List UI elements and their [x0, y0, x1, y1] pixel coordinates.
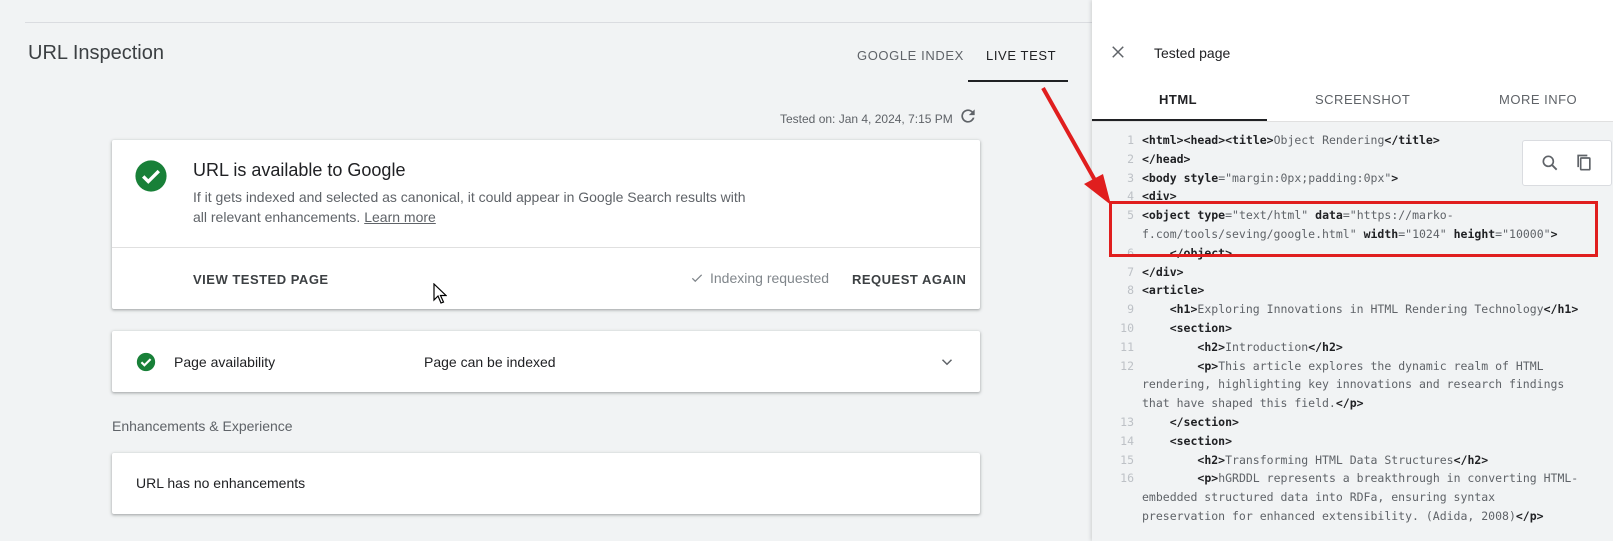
- line-number: 12: [1120, 358, 1134, 373]
- code-line: 13 </section>: [1092, 413, 1582, 432]
- code-toolbar: [1522, 140, 1612, 186]
- line-text: </div>: [1142, 264, 1184, 279]
- code-line: 10 <section>: [1092, 319, 1582, 338]
- line-text: <section>: [1169, 320, 1233, 335]
- learn-more-link[interactable]: Learn more: [364, 209, 436, 225]
- copy-icon[interactable]: [1574, 152, 1594, 174]
- indexing-status-text: Indexing requested: [710, 270, 830, 286]
- page-title: URL Inspection: [28, 42, 164, 64]
- chevron-down-icon[interactable]: [938, 353, 956, 371]
- tab-live-test[interactable]: LIVE TEST: [986, 48, 1056, 63]
- code-line: 16 <p>hGRDDL represents a breakthrough i…: [1092, 469, 1582, 525]
- line-text: <p>hGRDDL represents a breakthrough in c…: [1142, 471, 1579, 523]
- active-tab-indicator: [968, 80, 1068, 82]
- highlight-box: [1109, 201, 1598, 257]
- panel-title: Tested page: [1154, 45, 1231, 61]
- line-number: 15: [1120, 452, 1134, 467]
- line-text: <html><head><title>Object Rendering</tit…: [1142, 133, 1440, 147]
- card-divider: [112, 247, 980, 248]
- status-card: URL is available to Google If it gets in…: [112, 140, 980, 309]
- line-number: 3: [1127, 170, 1134, 185]
- code-line: 2 </head>: [1092, 150, 1582, 169]
- line-number: 11: [1120, 339, 1134, 354]
- tested-page-panel: Tested page HTML SCREENSHOT MORE INFO 1 <…: [1092, 0, 1613, 541]
- tab-html[interactable]: HTML: [1159, 92, 1197, 107]
- code-line: 12 <p>This article explores the dynamic …: [1092, 357, 1582, 413]
- line-text: <h2>Transforming HTML Data Structures</h…: [1197, 452, 1489, 467]
- line-number: 14: [1120, 433, 1134, 448]
- availability-label: Page availability: [174, 354, 276, 370]
- line-text: <p>This article explores the dynamic rea…: [1142, 358, 1572, 411]
- line-number: 1: [1127, 133, 1134, 147]
- indexing-status: Indexing requested: [690, 270, 829, 286]
- code-line: 8 <article>: [1092, 281, 1582, 300]
- page-availability-row[interactable]: Page availability Page can be indexed: [112, 331, 980, 392]
- status-heading: URL is available to Google: [193, 160, 406, 180]
- divider: [25, 22, 1092, 23]
- line-number: 16: [1120, 471, 1134, 486]
- enhancements-message: URL has no enhancements: [136, 475, 306, 491]
- code-line: 11 <h2>Introduction</h2>: [1092, 338, 1582, 357]
- tab-google-index[interactable]: GOOGLE INDEX: [857, 48, 964, 63]
- mouse-cursor-icon: [433, 283, 447, 304]
- code-line: 1 <html><head><title>Object Rendering</ti…: [1092, 131, 1582, 150]
- code-line: 3 <body style="margin:0px;padding:0px">: [1092, 169, 1582, 188]
- line-number: 8: [1127, 283, 1134, 298]
- line-text: <article>: [1142, 283, 1205, 298]
- close-icon[interactable]: [1109, 43, 1127, 61]
- enhancements-heading: Enhancements & Experience: [112, 418, 293, 434]
- code-lines: 1 <html><head><title>Object Rendering</ti…: [1092, 131, 1582, 526]
- line-number: 2: [1127, 151, 1134, 166]
- check-circle-icon: [136, 352, 156, 372]
- line-number: 7: [1127, 264, 1134, 279]
- line-text: </section>: [1169, 414, 1239, 429]
- line-text: <h2>Introduction</h2>: [1197, 339, 1343, 354]
- request-again-button[interactable]: REQUEST AGAIN: [852, 272, 966, 287]
- check-circle-icon: [135, 160, 167, 192]
- view-tested-page-button[interactable]: VIEW TESTED PAGE: [193, 272, 329, 287]
- code-line: 9 <h1>Exploring Innovations in HTML Rend…: [1092, 300, 1582, 319]
- check-icon: [691, 274, 703, 283]
- main-area: URL Inspection GOOGLE INDEX LIVE TEST Te…: [0, 0, 1092, 541]
- line-number: 9: [1127, 302, 1134, 317]
- tab-more-info[interactable]: MORE INFO: [1499, 92, 1577, 107]
- tab-screenshot[interactable]: SCREENSHOT: [1315, 92, 1410, 107]
- code-line: 15 <h2>Transforming HTML Data Structures…: [1092, 451, 1582, 470]
- line-text: </head>: [1142, 151, 1191, 166]
- line-text: <h1>Exploring Innovations in HTML Render…: [1169, 302, 1579, 317]
- status-description-text: If it gets indexed and selected as canon…: [193, 189, 746, 225]
- code-line: 7 </div>: [1092, 263, 1582, 282]
- line-number: 10: [1120, 320, 1134, 335]
- refresh-icon[interactable]: [958, 106, 978, 126]
- enhancements-card: URL has no enhancements: [112, 453, 980, 514]
- status-description: If it gets indexed and selected as canon…: [193, 187, 753, 227]
- availability-value: Page can be indexed: [424, 354, 556, 370]
- line-text: <body style="margin:0px;padding:0px">: [1142, 170, 1399, 185]
- tested-on-timestamp: Tested on: Jan 4, 2024, 7:15 PM: [780, 112, 953, 126]
- code-line: 14 <section>: [1092, 432, 1582, 451]
- html-code-viewer[interactable]: 1 <html><head><title>Object Rendering</ti…: [1092, 122, 1613, 541]
- search-icon[interactable]: [1540, 153, 1560, 173]
- line-number: 13: [1120, 414, 1134, 429]
- line-text: <section>: [1169, 433, 1233, 448]
